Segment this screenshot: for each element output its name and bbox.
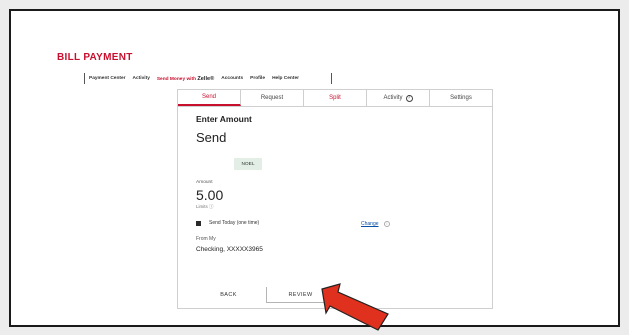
tab-split[interactable]: Split — [304, 90, 367, 106]
tab-activity[interactable]: Activity ? — [367, 90, 430, 106]
help-icon: ? — [405, 94, 413, 102]
send-option-row: Send Today (one time) — [196, 220, 259, 226]
from-label: From My — [196, 236, 216, 242]
calendar-icon — [196, 220, 201, 226]
amount-label: Amount — [196, 180, 213, 185]
send-money-panel: Send Request Split Activity ? Settings E… — [177, 89, 493, 309]
form-heading: Enter Amount — [196, 114, 252, 124]
tab-activity-label: Activity — [383, 95, 403, 101]
send-option-text: Send Today (one time) — [209, 220, 260, 226]
nav-payment-center[interactable]: Payment Center — [89, 76, 126, 81]
limits-link[interactable]: Limits ⓘ — [196, 204, 214, 210]
nav-help-center[interactable]: Help Center — [272, 76, 299, 81]
form-subheading: Send — [196, 130, 227, 145]
nav-accounts[interactable]: Accounts — [221, 76, 243, 81]
nav-send-money-zelle[interactable]: Send Money with Zelle® — [157, 76, 214, 82]
tab-settings[interactable]: Settings — [430, 90, 492, 106]
back-button[interactable]: BACK — [190, 287, 267, 303]
tab-send[interactable]: Send — [178, 90, 241, 106]
screenshot-frame: BILL PAYMENT Payment Center Activity Sen… — [9, 9, 620, 327]
recipient-chip[interactable]: NOEL — [234, 158, 262, 170]
nav-send-money-label: Send Money with — [156, 76, 197, 82]
tab-request[interactable]: Request — [241, 90, 304, 106]
top-navigation: Payment Center Activity Send Money with … — [84, 73, 332, 84]
pointer-arrow-icon — [321, 283, 389, 331]
nav-profile[interactable]: Profile — [250, 76, 265, 81]
zelle-logo: Zelle® — [197, 75, 215, 82]
page-title: BILL PAYMENT — [57, 52, 133, 63]
info-icon[interactable]: i — [384, 221, 390, 227]
amount-input[interactable]: 5.00 — [196, 187, 223, 203]
tab-bar: Send Request Split Activity ? Settings — [178, 90, 492, 107]
from-account-select[interactable]: Checking, XXXXX3965 — [196, 246, 263, 253]
change-link[interactable]: Change — [361, 221, 379, 227]
nav-activity[interactable]: Activity — [133, 76, 150, 81]
